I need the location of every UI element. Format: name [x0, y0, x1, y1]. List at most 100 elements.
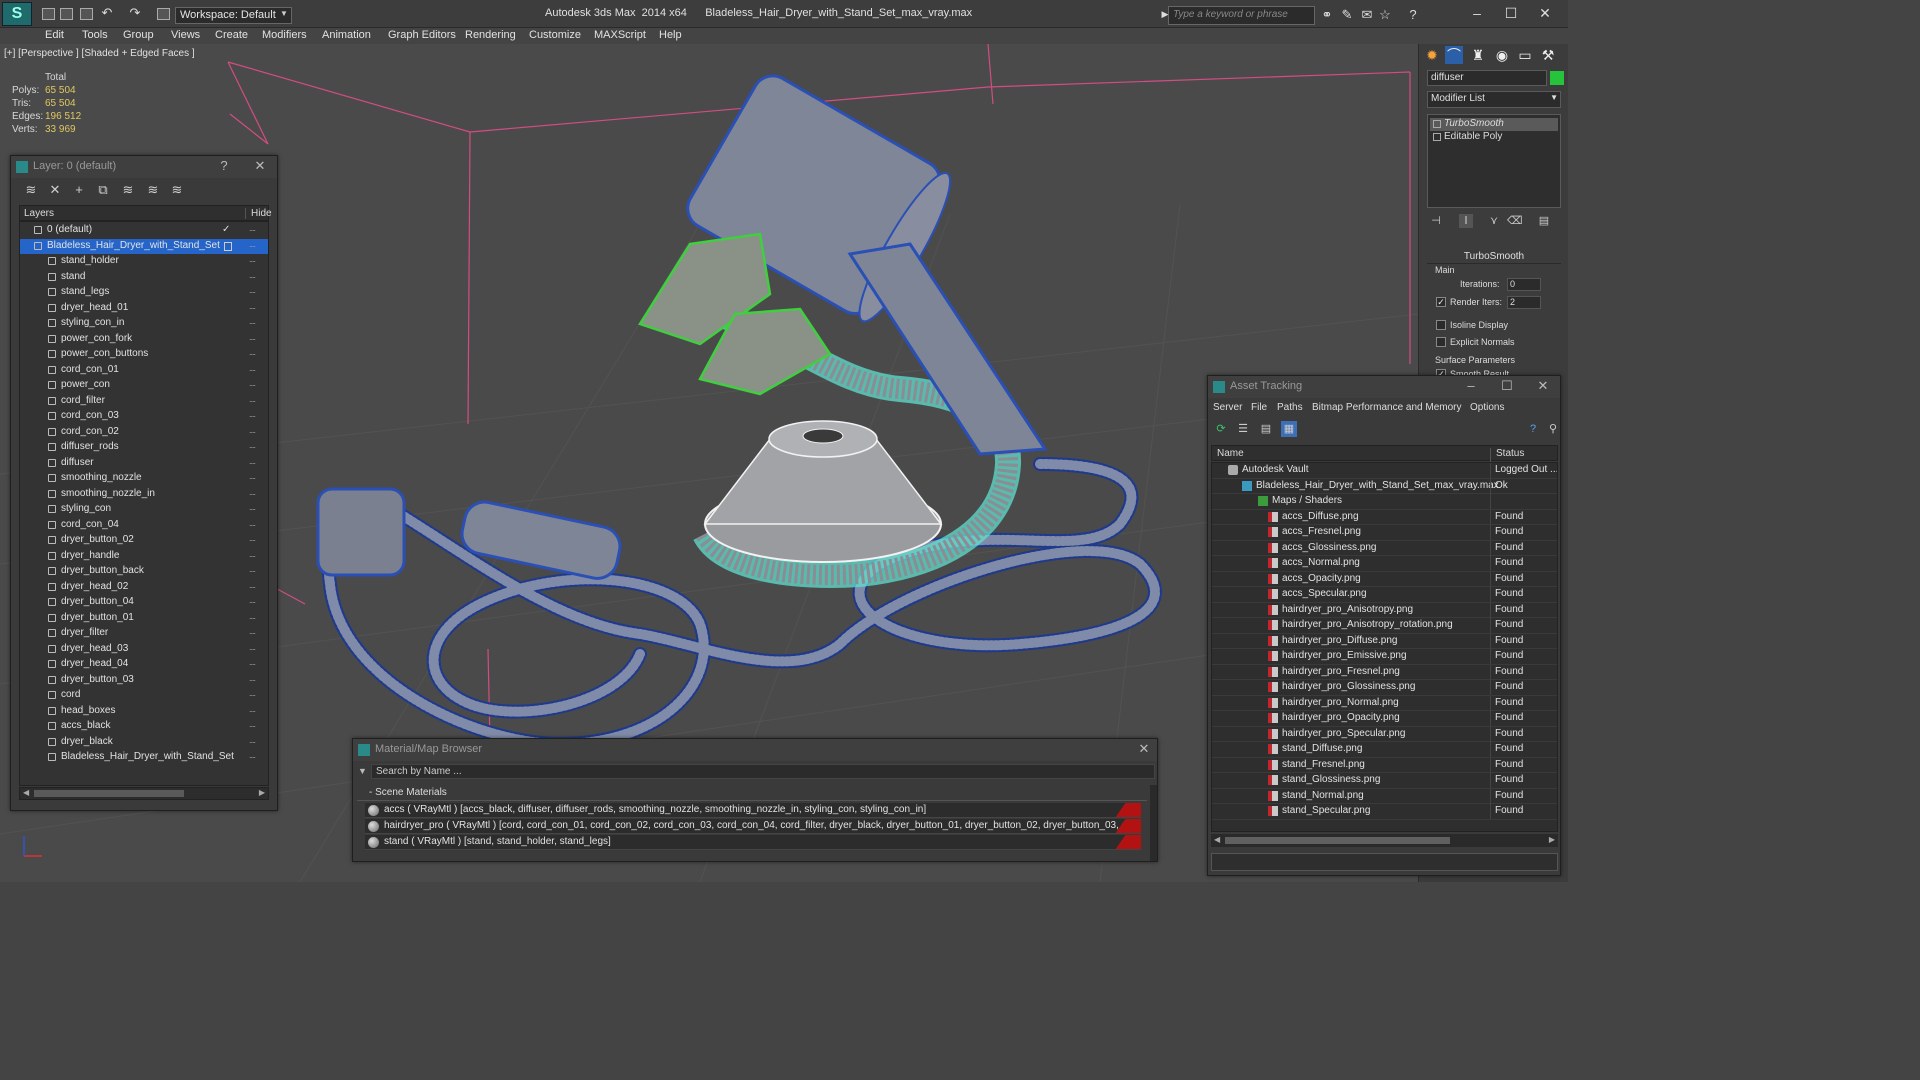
menu-views[interactable]: Views	[171, 29, 200, 41]
menu-maxscript[interactable]: MAXScript	[594, 29, 646, 41]
subscription-icon[interactable]: ✎	[1340, 8, 1354, 22]
table-view-icon[interactable]: ▦	[1281, 421, 1297, 437]
layer-object-row[interactable]: cord_con_01....	[20, 363, 268, 378]
layer-object-row[interactable]: power_con....	[20, 378, 268, 393]
minimize-button[interactable]: –	[1464, 379, 1478, 393]
hide-toggle[interactable]: ....	[249, 611, 261, 621]
scrollbar-thumb[interactable]	[34, 790, 184, 797]
layer-object-row[interactable]: stand....	[20, 270, 268, 285]
asset-menu-options[interactable]: Options	[1470, 402, 1504, 413]
asset-row[interactable]: hairdryer_pro_Emissive.png Found	[1212, 649, 1557, 665]
hide-toggle[interactable]: ....	[249, 254, 261, 264]
workspace-dropdown[interactable]: Workspace: Default ▼	[175, 7, 292, 24]
display-tab-icon[interactable]: ▭	[1516, 46, 1534, 64]
hide-toggle[interactable]: ....	[249, 626, 261, 636]
hide-toggle[interactable]: ....	[249, 378, 261, 388]
vertical-scrollbar[interactable]	[1150, 785, 1157, 861]
layer-object-row[interactable]: dryer_black....	[20, 735, 268, 750]
hide-toggle[interactable]: ....	[249, 471, 261, 481]
layer-object-row[interactable]: dryer_head_03....	[20, 642, 268, 657]
horizontal-scrollbar[interactable]: ◀ ▶	[19, 787, 269, 800]
utilities-tab-icon[interactable]: ⚒	[1539, 46, 1557, 64]
layer-object-row[interactable]: cord....	[20, 688, 268, 703]
layer-row[interactable]: 0 (default) ✓....	[20, 223, 268, 238]
project-folder-icon[interactable]	[157, 8, 170, 20]
layer-object-row[interactable]: Bladeless_Hair_Dryer_with_Stand_Set....	[20, 750, 268, 765]
menu-tools[interactable]: Tools	[82, 29, 108, 41]
turbosmooth-rollout-title[interactable]: TurboSmooth	[1427, 251, 1561, 264]
hide-toggle[interactable]: ....	[249, 673, 261, 683]
asset-row[interactable]: accs_Specular.png Found	[1212, 587, 1557, 603]
asset-row[interactable]: hairdryer_pro_Glossiness.png Found	[1212, 680, 1557, 696]
list-view-icon[interactable]: ☰	[1235, 421, 1251, 437]
help-icon[interactable]: ?	[1525, 421, 1541, 437]
motion-tab-icon[interactable]: ◉	[1493, 46, 1511, 64]
layer-object-row[interactable]: head_boxes....	[20, 704, 268, 719]
layer-object-row[interactable]: diffuser_rods....	[20, 440, 268, 455]
layer-object-row[interactable]: dryer_head_02....	[20, 580, 268, 595]
scroll-left-icon[interactable]: ◀	[23, 788, 29, 797]
layer-object-row[interactable]: smoothing_nozzle....	[20, 471, 268, 486]
hide-toggle[interactable]: ....	[249, 316, 261, 326]
refresh-icon[interactable]: ⟳	[1213, 421, 1229, 437]
set-active-layer-icon[interactable]	[224, 241, 232, 251]
layer-object-row[interactable]: cord_con_03....	[20, 409, 268, 424]
save-file-icon[interactable]	[80, 8, 93, 20]
hide-all-layers-icon[interactable]: ≋	[145, 182, 161, 198]
hierarchy-tab-icon[interactable]: ♜	[1469, 46, 1487, 64]
asset-row[interactable]: stand_Diffuse.png Found	[1212, 742, 1557, 758]
asset-row[interactable]: hairdryer_pro_Anisotropy_rotation.png Fou…	[1212, 618, 1557, 634]
help-icon[interactable]: ?	[1406, 8, 1420, 22]
hide-toggle[interactable]: ....	[249, 363, 261, 373]
asset-tracking-titlebar[interactable]: Asset Tracking – ☐ ✕	[1208, 376, 1560, 398]
hide-toggle[interactable]: ....	[249, 580, 261, 590]
layer-object-row[interactable]: dryer_button_01....	[20, 611, 268, 626]
menu-animation[interactable]: Animation	[322, 29, 371, 41]
menu-group[interactable]: Group	[123, 29, 154, 41]
material-row[interactable]: stand ( VRayMtl ) [stand, stand_holder, …	[365, 835, 1141, 850]
layer-object-row[interactable]: power_con_buttons....	[20, 347, 268, 362]
asset-menu-paths[interactable]: Paths	[1277, 402, 1303, 413]
hide-toggle[interactable]: ....	[249, 394, 261, 404]
scroll-right-icon[interactable]: ▶	[1549, 835, 1555, 844]
new-file-icon[interactable]	[42, 8, 55, 20]
close-icon[interactable]: ✕	[253, 159, 267, 173]
layer-object-row[interactable]: cord_con_02....	[20, 425, 268, 440]
asset-row[interactable]: hairdryer_pro_Anisotropy.png Found	[1212, 602, 1557, 618]
hide-toggle[interactable]: ....	[249, 285, 261, 295]
layer-object-row[interactable]: accs_black....	[20, 719, 268, 734]
hide-toggle[interactable]: ....	[249, 750, 261, 760]
browser-options-icon[interactable]: ▼	[358, 766, 367, 776]
show-end-result-icon[interactable]: Ⅰ	[1459, 214, 1473, 228]
hide-toggle[interactable]: ....	[249, 409, 261, 419]
hide-toggle[interactable]: ....	[249, 595, 261, 605]
minimize-button[interactable]: –	[1462, 4, 1492, 22]
menu-modifiers[interactable]: Modifiers	[262, 29, 307, 41]
hide-toggle[interactable]: ....	[249, 456, 261, 466]
hide-toggle[interactable]: ....	[249, 704, 261, 714]
scroll-right-icon[interactable]: ▶	[259, 788, 265, 797]
menu-graph-editors[interactable]: Graph Editors	[388, 29, 456, 41]
asset-row[interactable]: hairdryer_pro_Diffuse.png Found	[1212, 633, 1557, 649]
pin-icon[interactable]: ⚲	[1545, 421, 1561, 437]
favorites-star-icon[interactable]: ☆	[1378, 8, 1392, 22]
maximize-button[interactable]: ☐	[1496, 4, 1526, 22]
scene-materials-group[interactable]: - Scene Materials	[357, 787, 1147, 801]
asset-row[interactable]: stand_Fresnel.png Found	[1212, 757, 1557, 773]
layer-object-row[interactable]: dryer_button_back....	[20, 564, 268, 579]
layer-object-row[interactable]: smoothing_nozzle_in....	[20, 487, 268, 502]
asset-row[interactable]: accs_Fresnel.png Found	[1212, 525, 1557, 541]
hide-toggle[interactable]: ....	[249, 533, 261, 543]
horizontal-scrollbar[interactable]: ◀ ▶	[1211, 834, 1558, 847]
status-column-header[interactable]: Status	[1490, 448, 1558, 462]
delete-layer-icon[interactable]: ✕	[47, 182, 63, 198]
hide-toggle[interactable]: ....	[249, 719, 261, 729]
layer-object-row[interactable]: dryer_head_04....	[20, 657, 268, 672]
search-input[interactable]: Type a keyword or phrase	[1168, 6, 1315, 25]
hide-toggle[interactable]: ....	[249, 347, 261, 357]
hide-toggle[interactable]: ....	[249, 564, 261, 574]
material-browser-titlebar[interactable]: Material/Map Browser ✕	[353, 739, 1157, 761]
close-button[interactable]: ✕	[1530, 4, 1560, 22]
object-name-input[interactable]: diffuser	[1427, 70, 1547, 86]
open-file-icon[interactable]	[60, 8, 73, 20]
